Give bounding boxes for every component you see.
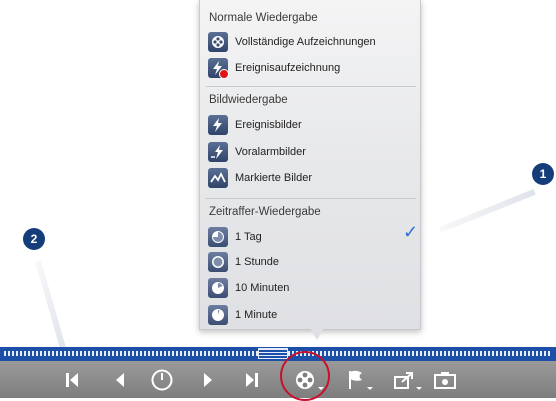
menu-item-label: Voralarmbilder — [235, 146, 306, 158]
lightning-icon — [208, 115, 228, 135]
film-reel-icon — [208, 32, 228, 52]
skip-to-start-icon — [66, 372, 78, 387]
event-recording-icon — [208, 58, 229, 79]
step-back-button[interactable] — [108, 361, 132, 398]
callout-badge-2: 2 — [23, 228, 45, 250]
menu-item-label: Ereignisaufzeichnung — [235, 62, 341, 74]
section-title-normal-playback: Normale Wiedergabe — [209, 12, 318, 24]
menu-divider — [206, 198, 416, 199]
timeline-bar[interactable] — [0, 347, 556, 361]
live-button[interactable] — [148, 361, 176, 398]
menu-item-10-minutes[interactable]: 10 Minuten — [208, 277, 289, 299]
menu-item-label: 1 Tag — [235, 231, 262, 243]
menu-item-label: Ereignisbilder — [235, 119, 302, 131]
menu-item-marked-images[interactable]: Markierte Bilder — [208, 167, 312, 189]
dropdown-caret-icon — [416, 387, 422, 390]
playback-mode-menu: Normale Wiedergabe Vollständige Aufzeich… — [199, 0, 421, 330]
selected-checkmark-icon: ✓ — [403, 222, 419, 242]
event-dot-icon — [219, 69, 229, 79]
snapshot-icon — [434, 371, 456, 389]
dropdown-caret-icon — [318, 387, 324, 390]
clock-hour-icon — [208, 252, 228, 272]
step-forward-icon — [204, 372, 212, 387]
callout-1-pointer-line — [438, 189, 536, 233]
export-icon — [394, 371, 413, 389]
menu-item-label: Vollständige Aufzeichnungen — [235, 36, 376, 48]
playback-control-bar — [0, 361, 556, 398]
callout-2-pointer-line — [35, 260, 69, 358]
step-forward-button[interactable] — [196, 361, 220, 398]
menu-pointer-tail — [310, 328, 324, 340]
dropdown-caret-icon — [367, 387, 373, 390]
menu-item-label: 10 Minuten — [235, 282, 290, 294]
section-title-time-lapse-playback: Zeitraffer-Wiedergabe — [209, 206, 321, 218]
playback-mode-button[interactable] — [290, 361, 324, 398]
skip-to-end-button[interactable] — [240, 361, 264, 398]
menu-item-event-recording[interactable]: Ereignisaufzeichnung — [208, 57, 340, 79]
menu-item-label: 1 Minute — [235, 309, 278, 321]
snapshot-button[interactable] — [431, 361, 459, 398]
timeline-position-handle[interactable] — [258, 348, 288, 359]
clock-10min-icon — [208, 278, 228, 298]
clock-minute-icon — [208, 305, 228, 325]
callout-badge-1: 1 — [532, 163, 554, 185]
menu-item-event-images[interactable]: Ereignisbilder — [208, 114, 302, 136]
marked-images-icon — [208, 168, 228, 188]
flag-icon — [349, 370, 362, 389]
pre-alarm-icon — [208, 142, 228, 162]
menu-item-full-recordings[interactable]: Vollständige Aufzeichnungen — [208, 31, 376, 53]
menu-item-1-day[interactable]: 1 Tag — [208, 226, 262, 248]
clock-day-icon — [208, 227, 228, 247]
flag-button[interactable] — [343, 361, 373, 398]
menu-item-1-minute[interactable]: 1 Minute — [208, 304, 277, 326]
skip-to-start-button[interactable] — [60, 361, 84, 398]
menu-item-label: 1 Stunde — [235, 256, 280, 268]
film-reel-icon — [296, 370, 314, 389]
menu-item-1-hour[interactable]: 1 Stunde — [208, 251, 279, 273]
menu-divider — [206, 86, 416, 87]
section-title-image-playback: Bildwiedergabe — [209, 94, 288, 106]
skip-to-end-icon — [246, 372, 258, 387]
menu-item-label: Markierte Bilder — [235, 172, 313, 184]
step-back-icon — [116, 372, 124, 387]
menu-item-pre-alarm-images[interactable]: Voralarmbilder — [208, 141, 306, 163]
live-icon — [151, 369, 173, 390]
export-button[interactable] — [390, 361, 422, 398]
